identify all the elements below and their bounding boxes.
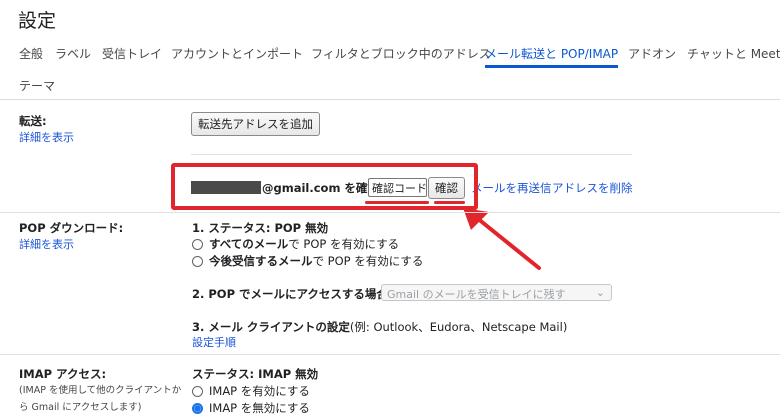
tab-chat-meet[interactable]: チャットと Meet bbox=[687, 40, 780, 68]
delete-address-link[interactable]: アドレスを削除 bbox=[552, 180, 633, 196]
option-label: IMAP を有効にする bbox=[209, 384, 310, 398]
tab-labels[interactable]: ラベル bbox=[55, 40, 91, 68]
option-rest-text: で POP を有効にする bbox=[312, 254, 424, 268]
chevron-down-icon: ⌄ bbox=[595, 286, 605, 299]
mail-client-config-heading: 3. メール クライアントの設定(例: Outlook、Eudora、Netsc… bbox=[192, 319, 567, 335]
radio-checked-icon[interactable] bbox=[192, 402, 203, 414]
imap-status-heading: ステータス: IMAP 無効 bbox=[192, 367, 319, 381]
pop-access-heading: 2. POP でメールにアクセスする場合 bbox=[192, 287, 388, 301]
option-rest-text: で POP を有効にする bbox=[288, 237, 400, 251]
radio-icon[interactable] bbox=[192, 255, 203, 267]
settings-tabs: 全般 ラベル 受信トレイ アカウントとインポート フィルタとブロック中のアドレス… bbox=[0, 40, 780, 100]
tab-accounts-import[interactable]: アカウントとインポート bbox=[171, 40, 303, 68]
highlight-box bbox=[171, 163, 478, 210]
imap-access-label: IMAP アクセス: bbox=[19, 367, 107, 381]
forwarding-label: 転送: bbox=[19, 114, 47, 128]
radio-icon[interactable] bbox=[192, 385, 203, 397]
tab-addons[interactable]: アドオン bbox=[628, 40, 676, 68]
resend-email-link[interactable]: メールを再送信 bbox=[471, 180, 552, 196]
pop-option-all-mail[interactable]: すべてのメールで POP を有効にする bbox=[192, 236, 399, 252]
config-heading-note: (例: Outlook、Eudora、Netscape Mail) bbox=[349, 320, 568, 334]
imap-description-line1: (IMAP を使用して他のクライアントか bbox=[19, 385, 182, 396]
forwarding-details-link[interactable]: 詳細を表示 bbox=[19, 129, 74, 145]
radio-icon[interactable] bbox=[192, 238, 203, 250]
tab-filters-blocked[interactable]: フィルタとブロック中のアドレス bbox=[311, 40, 491, 68]
option-label: IMAP を無効にする bbox=[209, 401, 310, 415]
option-bold-text: すべてのメール bbox=[209, 237, 289, 251]
pop-details-link[interactable]: 詳細を表示 bbox=[19, 236, 74, 252]
pop-action-select[interactable]: Gmail のメールを受信トレイに残す ⌄ bbox=[381, 284, 612, 301]
add-forwarding-address-button[interactable]: 転送先アドレスを追加 bbox=[191, 112, 320, 136]
pop-status-heading: 1. ステータス: POP 無効 bbox=[192, 221, 329, 235]
tab-inbox[interactable]: 受信トレイ bbox=[102, 40, 162, 68]
imap-option-enable[interactable]: IMAP を有効にする bbox=[192, 383, 310, 399]
option-bold-text: 今後受信するメール bbox=[209, 254, 313, 268]
highlight-underline-code bbox=[365, 201, 429, 204]
tab-general[interactable]: 全般 bbox=[19, 40, 43, 68]
select-value: Gmail のメールを受信トレイに残す bbox=[387, 288, 566, 301]
tab-themes[interactable]: テーマ bbox=[19, 72, 55, 100]
config-heading-text: 3. メール クライアントの設定 bbox=[192, 320, 350, 334]
pop-download-label: POP ダウンロード: bbox=[19, 221, 124, 235]
forwarding-divider bbox=[191, 154, 632, 155]
page-title: 設定 bbox=[18, 10, 57, 32]
imap-description-line2: ら Gmail にアクセスします) bbox=[19, 402, 142, 413]
pop-option-future-mail[interactable]: 今後受信するメールで POP を有効にする bbox=[192, 253, 423, 269]
setup-instructions-link[interactable]: 設定手順 bbox=[192, 334, 236, 350]
section-divider-imap bbox=[0, 354, 780, 355]
tab-forwarding-pop-imap[interactable]: メール転送と POP/IMAP bbox=[485, 40, 619, 68]
section-divider-pop bbox=[0, 212, 780, 213]
imap-option-disable[interactable]: IMAP を無効にする bbox=[192, 400, 310, 416]
